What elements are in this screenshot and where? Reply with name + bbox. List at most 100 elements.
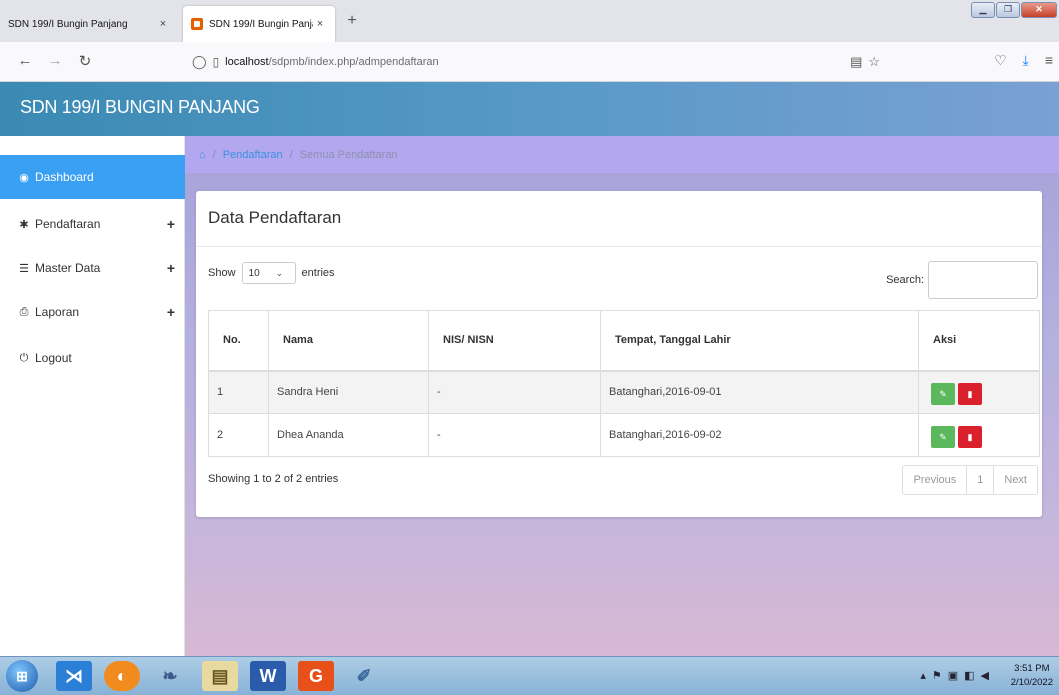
database-icon: ☰: [19, 262, 29, 275]
sidebar-item-label: Laporan: [35, 305, 80, 319]
page-icon: ▯: [212, 55, 220, 69]
firefox-icon[interactable]: ◐: [104, 661, 140, 691]
clock-date: 2/10/2022: [1010, 677, 1053, 688]
sidebar-item-dashboard[interactable]: ◉ Dashboard: [0, 155, 185, 199]
browser-tab-bar: SDN 199/I Bungin Panjang × SDN 199/I Bun…: [0, 0, 1059, 42]
sidebar-item-label: Pendaftaran: [35, 217, 101, 231]
column-header-no[interactable]: No.: [208, 310, 269, 372]
forward-arrow-icon[interactable]: →: [46, 52, 64, 69]
maximize-button[interactable]: ❐: [996, 2, 1020, 18]
expand-plus-icon[interactable]: +: [167, 260, 175, 276]
tab-title: SDN 199/I Bungin Panjang: [209, 18, 313, 30]
delete-button[interactable]: ▮: [958, 382, 982, 405]
reload-icon[interactable]: ↻: [76, 52, 94, 70]
clock[interactable]: 3:51 PM 2/10/2022: [1011, 662, 1053, 690]
browser-tab-2[interactable]: SDN 199/I Bungin Panjang ×: [183, 6, 335, 42]
app-header: SDN 199/I BUNGIN PANJANG: [0, 82, 1059, 136]
url-host: localhost: [225, 56, 269, 68]
breadcrumb: ⌂ / Pendaftaran / Semua Pendaftaran: [185, 136, 1059, 173]
sidebar-item-master-data[interactable]: ☰ Master Data +: [0, 246, 185, 290]
panel-title: Data Pendaftaran: [208, 208, 342, 227]
search-control: Search:: [886, 261, 1038, 299]
column-header-ttl[interactable]: Tempat, Tanggal Lahir: [600, 310, 919, 372]
download-icon[interactable]: ⤓: [1023, 52, 1029, 69]
brand-title[interactable]: SDN 199/I BUNGIN PANJANG: [20, 97, 260, 118]
taskbar: ⊞ ⋊ ◐ ❧ ▤ W G ✐ ▴⚑▣◧◀ 3:51 PM 2/10/2022: [0, 656, 1059, 695]
sidebar-item-label: Logout: [35, 351, 72, 365]
entries-label: entries: [301, 267, 335, 279]
cell-no: 2: [208, 413, 269, 457]
tab-title: SDN 199/I Bungin Panjang: [8, 18, 128, 30]
trash-icon: ▮: [967, 431, 973, 442]
expand-plus-icon[interactable]: +: [167, 304, 175, 320]
browser-tab-1[interactable]: SDN 199/I Bungin Panjang ×: [0, 6, 178, 42]
cell-nama: Sandra Heni: [268, 370, 429, 414]
show-label: Show: [208, 267, 236, 279]
toolbar-right: ♡ ⤓ ≡: [994, 52, 1053, 69]
breadcrumb-link-pendaftaran[interactable]: Pendaftaran: [223, 149, 283, 161]
search-label: Search:: [886, 274, 924, 286]
gear-icon: ✱: [19, 218, 29, 231]
chevron-down-icon: ⌄: [275, 267, 284, 278]
pocket-icon[interactable]: ♡: [994, 52, 1007, 69]
entries-length-control: Show 10 ⌄ entries: [208, 262, 335, 284]
print-icon: ⎙: [19, 305, 29, 318]
page-1-button[interactable]: 1: [967, 466, 995, 494]
start-button[interactable]: ⊞: [6, 660, 38, 692]
reader-bookmark-icons[interactable]: ▤☆: [850, 54, 886, 70]
cell-nis: -: [428, 370, 601, 414]
sidebar-item-logout[interactable]: ⏻ Logout: [0, 336, 185, 380]
new-tab-button[interactable]: +: [340, 12, 364, 30]
breadcrumb-current: Semua Pendaftaran: [299, 148, 398, 161]
power-icon: ⏻: [19, 351, 29, 364]
tab-close-icon[interactable]: ×: [313, 18, 327, 30]
file-explorer-icon[interactable]: ▤: [202, 661, 238, 691]
tab-close-icon[interactable]: ×: [156, 18, 170, 30]
cell-no: 1: [208, 370, 269, 414]
column-header-aksi: Aksi: [918, 310, 1040, 372]
sidebar-item-label: Dashboard: [35, 170, 94, 184]
dolphin-app-icon[interactable]: ❧: [152, 661, 188, 691]
word-icon[interactable]: W: [250, 661, 286, 691]
edit-button[interactable]: ✎: [931, 425, 955, 448]
edit-button[interactable]: ✎: [931, 382, 955, 405]
pdf-app-icon[interactable]: G: [298, 661, 334, 691]
sidebar-item-laporan[interactable]: ⎙ Laporan +: [0, 290, 185, 334]
clock-time: 3:51 PM: [1014, 663, 1050, 674]
search-input[interactable]: [928, 261, 1038, 299]
cell-aksi: ✎ ▮: [918, 413, 1040, 457]
delete-button[interactable]: ▮: [958, 425, 982, 448]
system-tray-icons[interactable]: ▴⚑▣◧◀: [920, 669, 995, 682]
edit-icon: ✎: [939, 388, 947, 399]
url-bar[interactable]: ◯ ▯ localhost/sdpmb/index.php/admpendaft…: [186, 48, 898, 76]
main-content: ⌂ / Pendaftaran / Semua Pendaftaran Data…: [185, 136, 1059, 656]
data-panel: Data Pendaftaran Show 10 ⌄ entries Searc…: [196, 191, 1042, 517]
menu-icon[interactable]: ≡: [1045, 52, 1053, 69]
table-row: 2 Dhea Ananda - Batanghari,2016-09-02 ✎ ▮: [208, 413, 1040, 457]
entries-select-value: 10: [248, 267, 260, 279]
cell-nis: -: [428, 413, 601, 457]
previous-button[interactable]: Previous: [903, 466, 968, 494]
vscode-icon[interactable]: ⋊: [56, 661, 92, 691]
column-header-nama[interactable]: Nama: [268, 310, 429, 372]
entries-select[interactable]: 10 ⌄: [241, 262, 296, 284]
expand-plus-icon[interactable]: +: [167, 216, 175, 232]
close-window-button[interactable]: ✕: [1021, 2, 1057, 18]
dashboard-icon: ◉: [19, 171, 29, 184]
sidebar-item-label: Master Data: [35, 261, 101, 275]
registration-table: No. Nama NIS/ NISN Tempat, Tanggal Lahir…: [208, 310, 1040, 457]
table-header-row: No. Nama NIS/ NISN Tempat, Tanggal Lahir…: [208, 310, 1040, 372]
cell-nama: Dhea Ananda: [268, 413, 429, 457]
panel-divider: [196, 246, 1042, 247]
sidebar: ◉ Dashboard ✱ Pendaftaran + ☰ Master Dat…: [0, 136, 185, 656]
paint-icon[interactable]: ✐: [346, 661, 382, 691]
sidebar-item-pendaftaran[interactable]: ✱ Pendaftaran +: [0, 202, 185, 246]
next-button[interactable]: Next: [994, 466, 1037, 494]
url-path: /sdpmb/index.php/admpendaftaran: [268, 56, 439, 68]
home-icon[interactable]: ⌂: [199, 149, 206, 161]
back-arrow-icon[interactable]: ←: [16, 52, 34, 69]
column-header-nis[interactable]: NIS/ NISN: [428, 310, 601, 372]
minimize-button[interactable]: ▁: [971, 2, 995, 18]
window-controls: ▁ ❐ ✕: [971, 2, 1057, 18]
site-favicon-icon: [191, 18, 203, 30]
